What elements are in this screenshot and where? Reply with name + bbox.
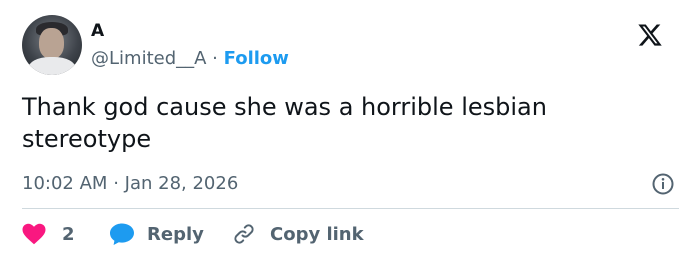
copy-link-label: Copy link bbox=[270, 223, 364, 245]
avatar-body bbox=[28, 57, 76, 75]
author-name[interactable]: A bbox=[91, 20, 104, 42]
tweet-meta: 10:02 AM · Jan 28, 2026 bbox=[22, 172, 238, 196]
author-handle[interactable]: @Limited__A bbox=[91, 48, 206, 69]
tweet-text: Thank god cause she was a horrible lesbi… bbox=[22, 93, 547, 153]
follow-button[interactable]: Follow bbox=[224, 48, 289, 69]
reply-bubble-icon bbox=[110, 223, 134, 245]
avatar[interactable] bbox=[22, 15, 82, 75]
heart-icon bbox=[22, 223, 46, 245]
author-handle-row: @Limited__A · Follow bbox=[91, 47, 289, 71]
link-icon bbox=[234, 224, 254, 244]
tweet-date[interactable]: Jan 28, 2026 bbox=[125, 173, 239, 194]
divider bbox=[22, 208, 679, 209]
info-icon[interactable] bbox=[651, 172, 675, 196]
like-button[interactable]: 2 bbox=[22, 221, 75, 247]
avatar-face bbox=[39, 28, 64, 59]
reply-label: Reply bbox=[147, 223, 204, 245]
reply-button[interactable]: Reply bbox=[109, 221, 204, 247]
tweet-time[interactable]: 10:02 AM bbox=[22, 173, 107, 194]
x-logo-icon[interactable] bbox=[636, 22, 664, 48]
handle-separator: · bbox=[212, 48, 218, 69]
like-count: 2 bbox=[62, 223, 75, 245]
copy-link-button[interactable]: Copy link bbox=[232, 221, 364, 247]
meta-separator: · bbox=[113, 173, 119, 194]
